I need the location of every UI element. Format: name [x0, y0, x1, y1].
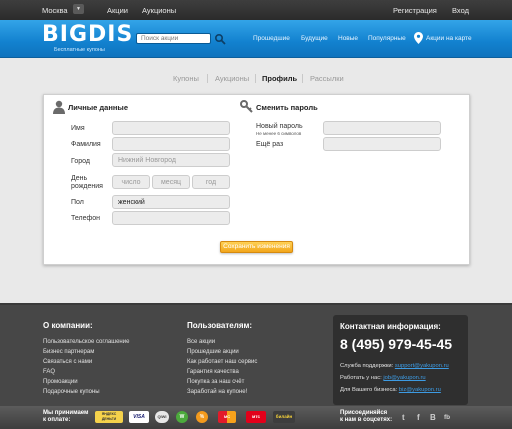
- change-password-title: Сменить пароль: [256, 103, 318, 112]
- biz-line: Для Вашего бизнеса: biz@yakupon.ru: [340, 387, 441, 393]
- footer-link-how[interactable]: Как работает наш сервис: [187, 359, 257, 365]
- footer-link-all[interactable]: Все акции: [187, 339, 215, 345]
- name-label: Имя: [71, 125, 85, 132]
- phone-field[interactable]: [112, 211, 230, 225]
- payment-label-line1: Мы принимаем: [43, 410, 89, 416]
- nav-future[interactable]: Будущие: [301, 35, 328, 42]
- new-password-label: Новый пароль: [256, 123, 303, 130]
- tab-divider: [302, 74, 303, 83]
- tab-profile[interactable]: Профиль: [262, 74, 297, 83]
- footer-link-quality[interactable]: Гарантия качества: [187, 369, 239, 375]
- payment-label-line2: к оплате:: [43, 417, 71, 423]
- biz-email-link[interactable]: biz@yakupon.ru: [399, 387, 441, 393]
- mastercard-icon: MC: [218, 411, 236, 423]
- contact-title: Контактная информация:: [340, 322, 441, 331]
- contact-box: Контактная информация: 8 (495) 979-45-45…: [333, 315, 468, 405]
- top-bar: Москва ▼ Акции Аукционы Регистрация Вход: [0, 0, 512, 20]
- site-logo[interactable]: BIGDIS: [42, 22, 133, 47]
- site-tagline: Бесплатные купоны: [54, 47, 105, 53]
- footer-link-agreement[interactable]: Пользовательское соглашение: [43, 339, 129, 345]
- social-label-line1: Присоединяйся: [340, 410, 388, 416]
- map-link[interactable]: Акции на карте: [426, 35, 472, 42]
- register-link[interactable]: Регистрация: [393, 6, 437, 15]
- tab-auctions[interactable]: Аукционы: [215, 74, 249, 83]
- surname-field[interactable]: [112, 137, 230, 151]
- birth-month-field[interactable]: месяц: [152, 175, 190, 189]
- tab-divider: [255, 74, 256, 83]
- footer-link-faq[interactable]: FAQ: [43, 369, 55, 375]
- city-field[interactable]: Нижний Новгород: [112, 153, 230, 167]
- support-label: Служба поддержки:: [340, 363, 394, 369]
- tab-divider: [207, 74, 208, 83]
- save-changes-button[interactable]: Сохранить изменения: [220, 241, 293, 253]
- birthday-label: День рождения: [71, 175, 103, 190]
- name-field[interactable]: [112, 121, 230, 135]
- visa-icon: VISA: [129, 411, 149, 423]
- contact-phone: 8 (495) 979-45-45: [340, 336, 453, 352]
- new-password-hint: Не менее 6 символов: [256, 131, 302, 136]
- footer-link-buy[interactable]: Покупка за наш счёт: [187, 379, 244, 385]
- work-line: Работать у нас: job@yakupon.ru: [340, 375, 426, 381]
- webmoney-icon: W: [176, 411, 188, 423]
- gender-label: Пол: [71, 199, 84, 206]
- login-link[interactable]: Вход: [452, 6, 469, 15]
- support-email-link[interactable]: support@yakupon.ru: [395, 363, 449, 369]
- nav-popular[interactable]: Популярные: [368, 35, 406, 42]
- tab-newsletters[interactable]: Рассылки: [310, 74, 344, 83]
- top-nav-auctions[interactable]: Аукционы: [142, 6, 176, 15]
- tab-coupons[interactable]: Купоны: [173, 74, 199, 83]
- nav-past[interactable]: Прошедшие: [253, 35, 290, 42]
- users-title: Пользователям:: [187, 321, 253, 330]
- facebook-icon[interactable]: fb: [444, 414, 450, 421]
- map-pin-icon[interactable]: [414, 32, 423, 44]
- profile-tabs: Купоны Аукционы Профиль Рассылки: [0, 74, 512, 84]
- payment-label: Мы принимаем к оплате:: [43, 410, 88, 424]
- yandex-money-icon: ЯНДЕКС ДЕНЬГИ: [95, 411, 123, 423]
- work-email-link[interactable]: job@yakupon.ru: [383, 375, 425, 381]
- site-footer: О компании: Пользовательское соглашение …: [0, 303, 512, 406]
- mts-icon: мтс: [246, 411, 266, 423]
- gender-select[interactable]: женский: [112, 195, 230, 209]
- birth-year-field[interactable]: год: [192, 175, 230, 189]
- repeat-password-label: Ещё раз: [256, 141, 284, 148]
- footer-link-earn[interactable]: Заработай на купоне!: [187, 389, 247, 395]
- birth-day-field[interactable]: число: [112, 175, 150, 189]
- vkontakte-icon[interactable]: B: [430, 413, 436, 422]
- search-input[interactable]: [136, 33, 211, 44]
- beeline-icon: билайн: [273, 411, 295, 423]
- footer-link-gift[interactable]: Подарочные купоны: [43, 389, 100, 395]
- footer-link-contact[interactable]: Связаться с нами: [43, 359, 92, 365]
- qiwi-icon: QIWI: [155, 411, 169, 423]
- surname-label: Фамилия: [71, 141, 101, 148]
- support-line: Служба поддержки: support@yakupon.ru: [340, 363, 449, 369]
- footer-link-promo[interactable]: Промоакции: [43, 379, 78, 385]
- city-dropdown-icon[interactable]: ▼: [73, 4, 84, 14]
- personal-data-title: Личные данные: [68, 103, 128, 112]
- new-password-field[interactable]: [323, 121, 441, 135]
- social-label-line2: к нам в соцсетях:: [340, 417, 393, 423]
- site-header: BIGDIS Бесплатные купоны Прошедшие Будущ…: [0, 20, 512, 58]
- percent-pay-icon: %: [196, 411, 208, 423]
- footer-link-partners[interactable]: Бизнес партнерам: [43, 349, 94, 355]
- footer-link-past[interactable]: Прошедшие акции: [187, 349, 239, 355]
- nav-new[interactable]: Новые: [338, 35, 358, 42]
- friendfeed-icon[interactable]: f: [417, 413, 420, 422]
- search-icon[interactable]: [214, 33, 226, 45]
- key-icon: [240, 100, 253, 113]
- user-icon: [53, 100, 65, 114]
- about-title: О компании:: [43, 321, 93, 330]
- twitter-icon[interactable]: t: [402, 413, 405, 422]
- social-label: Присоединяйся к нам в соцсетях:: [340, 410, 392, 424]
- biz-label: Для Вашего бизнеса:: [340, 387, 398, 393]
- profile-panel: Личные данные Имя Фамилия Город Нижний Н…: [43, 94, 470, 265]
- work-label: Работать у нас:: [340, 375, 382, 381]
- city-label: Город: [71, 158, 90, 165]
- city-selector-label[interactable]: Москва: [42, 6, 68, 15]
- payment-bar: Мы принимаем к оплате: ЯНДЕКС ДЕНЬГИ VIS…: [0, 406, 512, 429]
- phone-label: Телефон: [71, 215, 101, 222]
- repeat-password-field[interactable]: [323, 137, 441, 151]
- top-nav-promotions[interactable]: Акции: [107, 6, 128, 15]
